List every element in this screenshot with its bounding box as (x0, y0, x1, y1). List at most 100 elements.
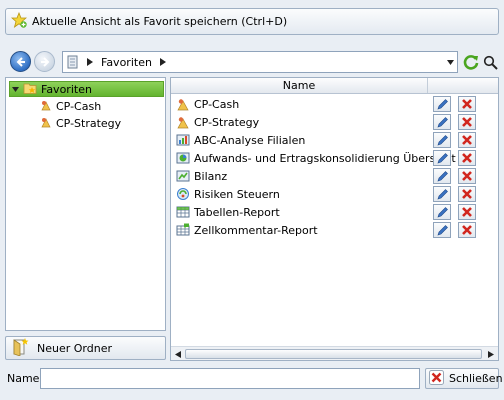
list-item[interactable]: ABC-Analyse Filialen (171, 131, 498, 149)
star-add-icon (10, 11, 28, 31)
scrollbar-thumb[interactable] (185, 349, 482, 359)
cp-report-icon (40, 116, 52, 131)
list-item-label: Bilanz (194, 170, 228, 183)
search-icon (483, 55, 498, 70)
list-item[interactable]: Zellkommentar-Report (171, 221, 498, 239)
pencil-icon (437, 116, 448, 127)
list-item-label: CP-Cash (194, 98, 240, 111)
delete-x-icon (462, 171, 472, 181)
expand-arrow-icon[interactable] (12, 86, 19, 93)
edit-button[interactable] (433, 186, 451, 202)
refresh-icon (463, 55, 478, 70)
pencil-icon (437, 170, 448, 181)
tree-item-label: CP-Strategy (56, 116, 122, 130)
search-button[interactable] (481, 51, 499, 73)
delete-x-icon (462, 189, 472, 199)
name-label: Name: (7, 372, 44, 385)
delete-button[interactable] (458, 168, 476, 184)
column-header-name[interactable]: Name (171, 78, 428, 93)
risk-report-icon (176, 187, 190, 201)
location-icon (63, 52, 83, 72)
pencil-icon (437, 188, 448, 199)
new-folder-button[interactable]: Neuer Ordner (5, 336, 166, 360)
delete-x-icon (462, 225, 472, 235)
breadcrumb-separator-icon (83, 52, 97, 72)
delete-button[interactable] (458, 96, 476, 112)
close-button[interactable]: Schließen (425, 368, 503, 389)
list-item[interactable]: Risiken Steuern (171, 185, 498, 203)
consolidation-report-icon (176, 151, 190, 165)
list-item[interactable]: Aufwands- und Ertragskonsolidierung Über… (171, 149, 498, 167)
address-dropdown-button[interactable] (443, 52, 457, 72)
address-bar[interactable]: Favoriten (62, 51, 458, 73)
pencil-icon (437, 152, 448, 163)
edit-button[interactable] (433, 96, 451, 112)
tree-item-cp-cash[interactable]: CP-Cash (40, 98, 101, 114)
folder-tree: Favoriten CP-Cash CP-Strategy (5, 77, 166, 331)
edit-button[interactable] (433, 150, 451, 166)
edit-button[interactable] (433, 222, 451, 238)
delete-button[interactable] (458, 222, 476, 238)
cp-report-icon (40, 99, 52, 114)
name-input[interactable] (40, 368, 420, 389)
chevron-down-icon (447, 59, 454, 65)
comment-report-icon (176, 223, 190, 237)
new-folder-icon (11, 337, 29, 359)
pencil-icon (437, 206, 448, 217)
forward-button[interactable] (34, 51, 55, 72)
favorites-list: Name CP-Cash CP-Strategy ABC-Analyse Fil… (170, 77, 499, 361)
back-button[interactable] (10, 51, 31, 72)
cp-report-icon (176, 97, 190, 111)
delete-x-icon (462, 99, 472, 109)
delete-button[interactable] (458, 204, 476, 220)
pencil-icon (437, 134, 448, 145)
refresh-button[interactable] (460, 51, 481, 73)
tree-item-cp-strategy[interactable]: CP-Strategy (40, 115, 121, 131)
delete-x-icon (462, 135, 472, 145)
scroll-right-button[interactable] (485, 348, 497, 360)
delete-button[interactable] (458, 114, 476, 130)
delete-x-icon (462, 117, 472, 127)
list-item[interactable]: CP-Strategy (171, 113, 498, 131)
delete-x-icon (462, 207, 472, 217)
tree-item-label: CP-Cash (56, 99, 102, 113)
close-x-icon (429, 369, 444, 388)
save-as-favorite-label: Aktuelle Ansicht als Favorit speichern (… (32, 15, 288, 28)
list-item[interactable]: Tabellen-Report (171, 203, 498, 221)
list-item-label: Risiken Steuern (194, 188, 280, 201)
delete-button[interactable] (458, 150, 476, 166)
column-header-row: Name (171, 78, 498, 94)
scroll-left-button[interactable] (172, 348, 184, 360)
breadcrumb-separator-icon[interactable] (156, 52, 170, 72)
pencil-icon (437, 98, 448, 109)
breadcrumb-favoriten[interactable]: Favoriten (97, 52, 156, 72)
cp-report-icon (176, 115, 190, 129)
delete-x-icon (462, 153, 472, 163)
list-item-label: Zellkommentar-Report (194, 224, 318, 237)
edit-button[interactable] (433, 132, 451, 148)
tree-item-favoriten[interactable]: Favoriten (9, 81, 164, 97)
arrow-right-small-icon (488, 350, 494, 358)
save-as-favorite-button[interactable]: Aktuelle Ansicht als Favorit speichern (… (5, 8, 499, 35)
close-button-label: Schließen (449, 372, 503, 385)
analysis-report-icon (176, 133, 190, 147)
arrow-right-icon (40, 56, 49, 67)
favorites-folder-icon (23, 81, 37, 98)
list-item[interactable]: CP-Cash (171, 95, 498, 113)
edit-button[interactable] (433, 168, 451, 184)
list-item[interactable]: Bilanz (171, 167, 498, 185)
arrow-left-small-icon (175, 350, 181, 358)
delete-button[interactable] (458, 186, 476, 202)
edit-button[interactable] (433, 204, 451, 220)
edit-button[interactable] (433, 114, 451, 130)
list-item-label: Aufwands- und Ertragskonsolidierung Über… (194, 152, 456, 165)
delete-button[interactable] (458, 132, 476, 148)
tree-item-label: Favoriten (41, 82, 92, 96)
arrow-left-icon (16, 56, 25, 67)
pencil-icon (437, 224, 448, 235)
table-report-icon (176, 205, 190, 219)
new-folder-label: Neuer Ordner (37, 341, 112, 355)
horizontal-scrollbar[interactable] (171, 346, 498, 360)
list-item-label: CP-Strategy (194, 116, 260, 129)
balance-report-icon (176, 169, 190, 183)
